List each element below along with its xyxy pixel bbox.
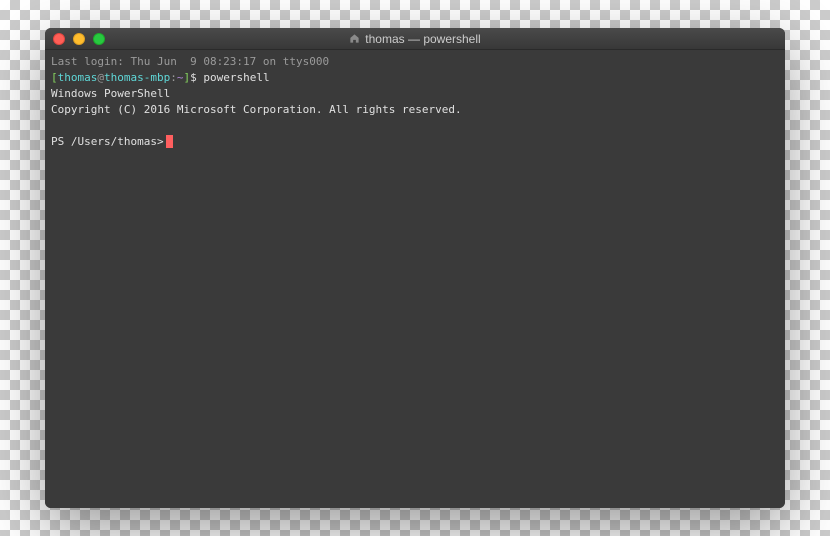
prompt-user: thomas (58, 71, 98, 84)
titlebar[interactable]: thomas — powershell (45, 28, 785, 50)
traffic-lights (45, 33, 105, 45)
prompt-symbol: $ (190, 71, 203, 84)
terminal-window: thomas — powershell Last login: Thu Jun … (45, 28, 785, 508)
window-title-wrap: thomas — powershell (45, 32, 785, 46)
terminal-body[interactable]: Last login: Thu Jun 9 08:23:17 on ttys00… (45, 50, 785, 508)
prompt-host: thomas-mbp (104, 71, 170, 84)
home-icon (349, 33, 360, 44)
window-title: thomas — powershell (365, 32, 480, 46)
minimize-button[interactable] (73, 33, 85, 45)
ps-prompt: PS /Users/thomas> (51, 135, 164, 148)
maximize-button[interactable] (93, 33, 105, 45)
cursor (166, 135, 173, 148)
prompt-colon: : (170, 71, 177, 84)
typed-command: powershell (203, 71, 269, 84)
ps-header-line2: Copyright (C) 2016 Microsoft Corporation… (51, 103, 462, 116)
close-button[interactable] (53, 33, 65, 45)
prompt-at: @ (97, 71, 104, 84)
ps-header-line1: Windows PowerShell (51, 87, 170, 100)
last-login-line: Last login: Thu Jun 9 08:23:17 on ttys00… (51, 55, 329, 68)
prompt-bracket: [ (51, 71, 58, 84)
